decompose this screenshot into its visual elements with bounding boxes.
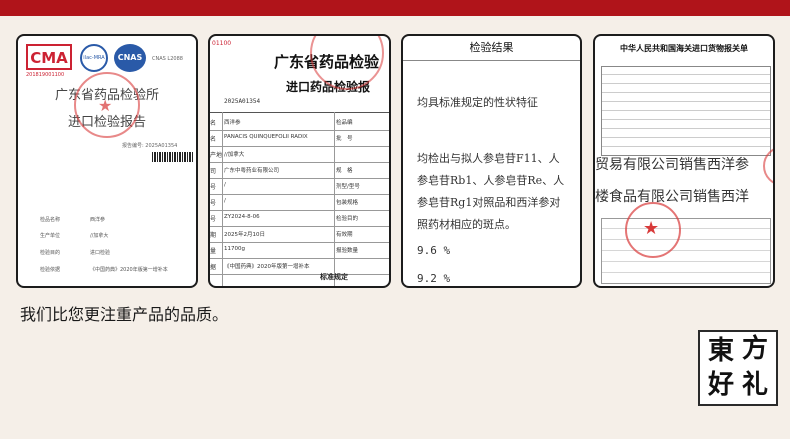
row-label: 期 <box>210 232 217 239</box>
row-field-name: 检验目的 <box>336 216 359 222</box>
row-label: 量 <box>210 248 217 255</box>
row-field-name: 检品编 <box>336 120 353 126</box>
row-label: 名 <box>210 120 217 127</box>
cnas-badge: CNAS <box>114 44 146 72</box>
field-label: 生产单位 <box>40 233 61 239</box>
table-row: 号 / 剂型/型号 <box>210 178 389 195</box>
table-row: 司 广东中粤药业有限公司 规 格 <box>210 162 389 179</box>
row-value: 西洋参 <box>224 120 241 126</box>
row-label: 号 <box>210 184 217 191</box>
barcode <box>152 152 194 162</box>
report-number: 2025A01354 <box>224 98 261 105</box>
table-row: 名 PANACIS QUINQUEFOLII RADIX 批 号 <box>210 130 389 147</box>
overlay-text: 贸易有限公司销售西洋参 <box>595 157 749 173</box>
test-results-card[interactable]: 检验结果 均具标准规定的性状特征 均检出与拟人参皂苷F11、人 参皂苷Rb1、人… <box>401 34 582 288</box>
row-value: PANACIS QUINQUEFOLII RADIX <box>224 134 308 140</box>
ilac-badge: ilac-MRA <box>80 44 108 72</box>
row-value: 2025年2月10日 <box>224 232 265 238</box>
seal-star-icon: ★ <box>98 96 113 115</box>
field-value: 《中国药典》2020年版第一增补本 <box>90 267 168 273</box>
table-row: 期 2025年2月10日 有效期 <box>210 226 389 243</box>
field-value: 西洋参 <box>90 217 106 223</box>
field-value: 进口检验 <box>90 250 111 256</box>
table-row: 号 ZY2024-8-06 检验目的 <box>210 210 389 227</box>
row-field-name: 报验数量 <box>336 248 359 254</box>
cnas-text: CNAS L2088 <box>152 56 183 62</box>
field-label: 检品名称 <box>40 217 61 223</box>
results-para-line: 照药材相应的斑点。 <box>417 218 516 231</box>
results-line: 均具标准规定的性状特征 <box>417 96 538 109</box>
row-value: //加拿大 <box>224 152 245 158</box>
row-label: 名 <box>210 136 217 143</box>
overlay-text: 楼食品有限公司销售西洋 <box>595 189 749 205</box>
results-para-line: 均检出与拟人参皂苷F11、人 <box>417 152 560 165</box>
table-row: 据 《中国药典》2020年版第一增补本 <box>210 258 389 275</box>
field-label: 检验目的 <box>40 250 61 256</box>
row-field-name: 有效期 <box>336 232 353 238</box>
row-label: 号 <box>210 200 217 207</box>
table-row: 号 / 包装规格 <box>210 194 389 211</box>
results-para-line: 参皂苷Rb1、人参皂苷Re、人 <box>417 174 565 187</box>
brand-logo: 東 方 好 礼 <box>698 330 778 406</box>
row-value: 《中国药典》2020年版第一增补本 <box>224 264 310 270</box>
row-label: 据 <box>210 264 217 271</box>
row-field-name: 规 格 <box>336 168 353 174</box>
row-value: / <box>224 198 226 204</box>
row-value: 广东中粤药业有限公司 <box>224 168 280 174</box>
table-footer: 标准规定 <box>320 273 348 281</box>
results-header: 检验结果 <box>403 36 580 61</box>
row-field-name: 剂型/型号 <box>336 184 360 190</box>
report-cover-card[interactable]: CMA 201819001100 ilac-MRA CNAS CNAS L208… <box>16 34 198 288</box>
field-label: 检验依据 <box>40 267 61 273</box>
top-banner <box>0 0 790 16</box>
table-row: 产地//加拿大 <box>210 146 389 163</box>
cma-number: 201819001100 <box>26 72 65 78</box>
row-label: 产地 <box>210 152 223 159</box>
customs-title: 中华人民共和国海关进口货物报关单 <box>620 44 748 53</box>
row-field-name: 批 号 <box>336 136 353 142</box>
customs-declaration-card[interactable]: 中华人民共和国海关进口货物报关单 贸易有限公司销售西洋参 楼食品有限公司销售西洋… <box>593 34 775 288</box>
seal-star-icon: ★ <box>643 218 660 239</box>
table-row: 量 11700g 报验数量 <box>210 242 389 259</box>
row-label: 司 <box>210 168 217 175</box>
row-value: 11700g <box>224 246 245 252</box>
results-para-line: 参皂苷Rg1对照品和西洋参对 <box>417 196 561 209</box>
report-number: 报告编号: 2025A01354 <box>122 143 178 149</box>
row-value: / <box>224 182 226 188</box>
result-value: 9.2 % <box>417 272 451 285</box>
caption-text: 我们比您更注重产品的品质。 <box>20 305 229 324</box>
customs-form-grid <box>601 66 771 156</box>
row-value: ZY2024-8-06 <box>224 214 260 220</box>
field-value: //加拿大 <box>90 233 109 239</box>
report-table-card[interactable]: 01100 广东省药品检验 进口药品检验报 2025A01354 名西洋参 检品编… <box>208 34 391 288</box>
row-label: 号 <box>210 216 217 223</box>
corner-number: 01100 <box>212 40 232 47</box>
cma-badge: CMA <box>26 44 72 70</box>
row-field-name: 包装规格 <box>336 200 359 206</box>
table-top-line <box>210 112 389 113</box>
result-value: 9.6 % <box>417 244 451 257</box>
table-row: 名 西洋参 检品编 <box>210 114 389 131</box>
